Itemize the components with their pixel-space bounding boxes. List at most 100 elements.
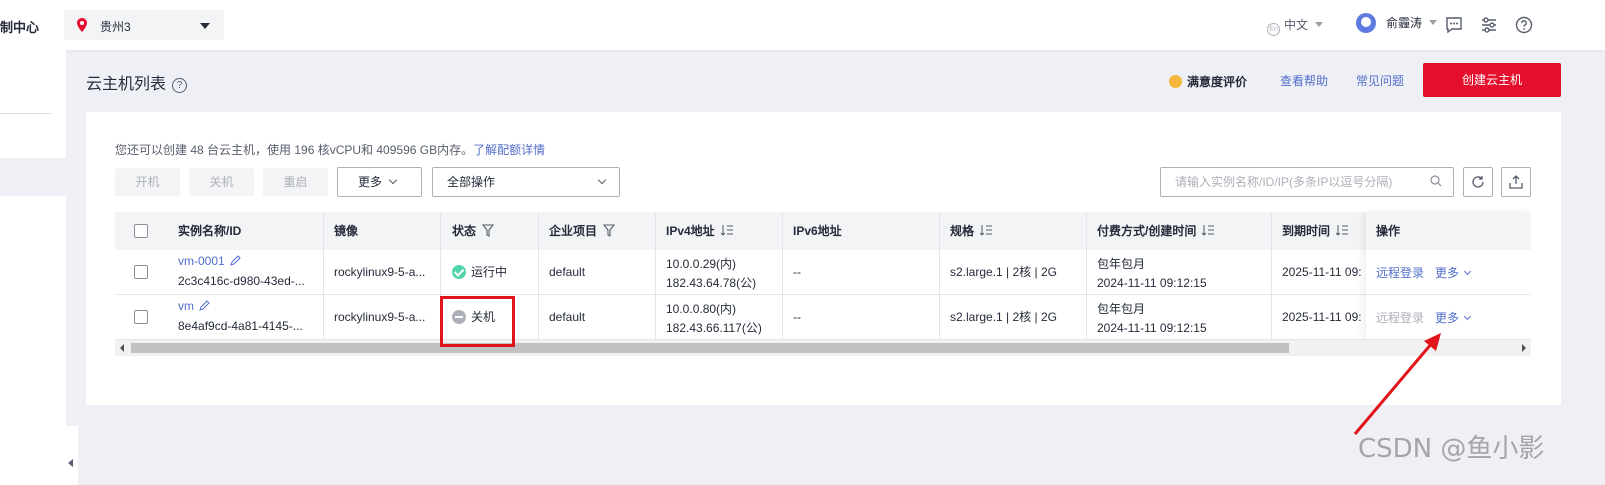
all-operations-label: 全部操作 bbox=[447, 175, 496, 189]
export-button[interactable] bbox=[1501, 167, 1531, 197]
more-ops-link[interactable]: 更多 bbox=[1435, 309, 1472, 327]
ipv4-private: 10.0.0.29(内) bbox=[666, 257, 737, 271]
view-help-link[interactable]: 查看帮助 bbox=[1280, 72, 1328, 89]
create-vm-button[interactable]: 创建云主机 bbox=[1423, 63, 1561, 97]
all-operations-select[interactable]: 全部操作 bbox=[432, 167, 620, 197]
horizontal-scrollbar[interactable] bbox=[115, 340, 1531, 356]
col-ops: 操作 bbox=[1376, 224, 1401, 238]
question-icon[interactable]: ? bbox=[172, 78, 188, 93]
sort-icon[interactable] bbox=[720, 225, 733, 236]
scrollbar-thumb[interactable] bbox=[131, 343, 1289, 353]
ipv4-public: 182.43.66.117(公) bbox=[666, 321, 762, 335]
page-title: 云主机列表? bbox=[86, 70, 188, 94]
col-ipv4-label: IPv4地址 bbox=[666, 224, 715, 238]
col-expire: 到期时间 bbox=[1282, 212, 1349, 250]
chevron-left-icon bbox=[68, 459, 73, 467]
edit-icon[interactable] bbox=[199, 300, 210, 311]
col-image: 镜像 bbox=[334, 224, 359, 238]
column-divider bbox=[323, 212, 324, 340]
col-billing: 付费方式/创建时间 bbox=[1097, 212, 1215, 250]
satisfaction-rating[interactable]: 满意度评价 bbox=[1169, 73, 1247, 90]
col-billing-label: 付费方式/创建时间 bbox=[1097, 224, 1197, 238]
column-divider bbox=[939, 212, 940, 340]
chevron-down-icon bbox=[388, 175, 398, 185]
scroll-left-arrow-icon[interactable] bbox=[120, 344, 124, 352]
instance-name-link[interactable]: vm-0001 bbox=[178, 254, 225, 268]
more-label: 更多 bbox=[358, 175, 383, 189]
filter-icon[interactable] bbox=[603, 224, 616, 237]
instance-name-link[interactable]: vm bbox=[178, 299, 194, 313]
column-divider bbox=[655, 212, 656, 340]
sort-icon[interactable] bbox=[1202, 225, 1215, 236]
nav-active-item[interactable] bbox=[0, 158, 66, 196]
instance-name: vm bbox=[178, 297, 210, 315]
created-time: 2024-11-11 09:12:15 bbox=[1097, 321, 1207, 335]
caret-down-icon bbox=[200, 23, 210, 29]
start-button[interactable]: 开机 bbox=[115, 168, 180, 196]
quota-text: 您还可以创建 48 台云主机，使用 196 核vCPU和 409596 GB内存… bbox=[115, 143, 474, 157]
select-all-checkbox[interactable] bbox=[134, 224, 148, 238]
user-menu[interactable]: 俞霾涛 bbox=[1356, 13, 1438, 33]
instance-name: vm-0001 bbox=[178, 252, 241, 270]
ipv6-address: -- bbox=[793, 265, 801, 279]
page-title-text: 云主机列表 bbox=[86, 76, 167, 93]
annotation-highlight-box bbox=[440, 296, 515, 347]
enterprise-project: default bbox=[549, 265, 586, 279]
username: 俞霾涛 bbox=[1386, 16, 1423, 30]
image-name: rockylinux9-5-a... bbox=[334, 265, 426, 279]
language-label: 中文 bbox=[1284, 18, 1309, 32]
more-actions-dropdown[interactable]: 更多 bbox=[337, 167, 422, 197]
sort-icon[interactable] bbox=[1336, 225, 1349, 236]
spec: s2.large.1 | 2核 | 2G bbox=[950, 310, 1057, 324]
col-expire-label: 到期时间 bbox=[1282, 224, 1331, 238]
watermark: CSDN @鱼小影 bbox=[1358, 434, 1545, 464]
expire-time: 2025-11-11 09: bbox=[1282, 265, 1362, 279]
col-status-label: 状态 bbox=[452, 224, 477, 238]
status-running: 运行中 bbox=[452, 263, 507, 281]
language-switcher[interactable]: En 中文 bbox=[1267, 16, 1324, 36]
enterprise-project: default bbox=[549, 310, 586, 324]
console-title[interactable]: 制中心 bbox=[0, 17, 39, 36]
location-pin-icon bbox=[77, 18, 87, 32]
search-input[interactable] bbox=[1160, 167, 1454, 197]
quota-details-link[interactable]: 了解配额详情 bbox=[473, 143, 545, 157]
more-ops-link[interactable]: 更多 bbox=[1435, 264, 1472, 282]
image-name: rockylinux9-5-a... bbox=[334, 310, 426, 324]
search-icon[interactable] bbox=[1430, 175, 1442, 187]
refresh-button[interactable] bbox=[1463, 167, 1493, 197]
region-selector[interactable]: 贵州3 bbox=[64, 10, 224, 40]
settings-sliders-icon[interactable] bbox=[1479, 15, 1499, 35]
message-icon[interactable] bbox=[1444, 15, 1464, 35]
col-name: 实例名称/ID bbox=[178, 224, 242, 238]
column-divider bbox=[538, 212, 539, 340]
remote-login-link-disabled[interactable]: 远程登录 bbox=[1376, 309, 1424, 327]
quota-info: 您还可以创建 48 台云主机，使用 196 核vCPU和 409596 GB内存… bbox=[115, 141, 545, 158]
row-checkbox[interactable] bbox=[134, 265, 148, 279]
row-checkbox[interactable] bbox=[134, 310, 148, 324]
billing-mode: 包年包月 bbox=[1097, 257, 1146, 271]
billing-mode: 包年包月 bbox=[1097, 302, 1146, 316]
chevron-down-icon bbox=[597, 175, 607, 185]
ipv4-private: 10.0.0.80(内) bbox=[666, 302, 737, 316]
edit-icon[interactable] bbox=[229, 255, 241, 266]
sidebar-collapse-toggle[interactable] bbox=[62, 426, 78, 485]
restart-button[interactable]: 重启 bbox=[263, 168, 328, 196]
col-ipv6: IPv6地址 bbox=[793, 224, 842, 238]
column-divider bbox=[782, 212, 783, 340]
sort-icon[interactable] bbox=[980, 225, 993, 236]
column-divider bbox=[1271, 212, 1272, 340]
side-nav bbox=[0, 50, 66, 485]
ipv4-public: 182.43.64.78(公) bbox=[666, 276, 757, 290]
instance-id: 8e4af9cd-4a81-4145-... bbox=[178, 319, 303, 333]
spec: s2.large.1 | 2核 | 2G bbox=[950, 265, 1057, 279]
scroll-right-arrow-icon[interactable] bbox=[1522, 344, 1526, 352]
column-divider bbox=[1086, 212, 1087, 340]
faq-link[interactable]: 常见问题 bbox=[1356, 72, 1404, 89]
more-ops-label: 更多 bbox=[1435, 266, 1460, 280]
filter-icon[interactable] bbox=[482, 224, 495, 237]
remote-login-link[interactable]: 远程登录 bbox=[1376, 264, 1424, 282]
top-bar: 制中心 贵州3 En 中文 俞霾涛 bbox=[0, 0, 1605, 50]
col-project-label: 企业项目 bbox=[549, 224, 598, 238]
help-icon[interactable] bbox=[1514, 15, 1534, 35]
stop-button[interactable]: 关机 bbox=[189, 168, 254, 196]
